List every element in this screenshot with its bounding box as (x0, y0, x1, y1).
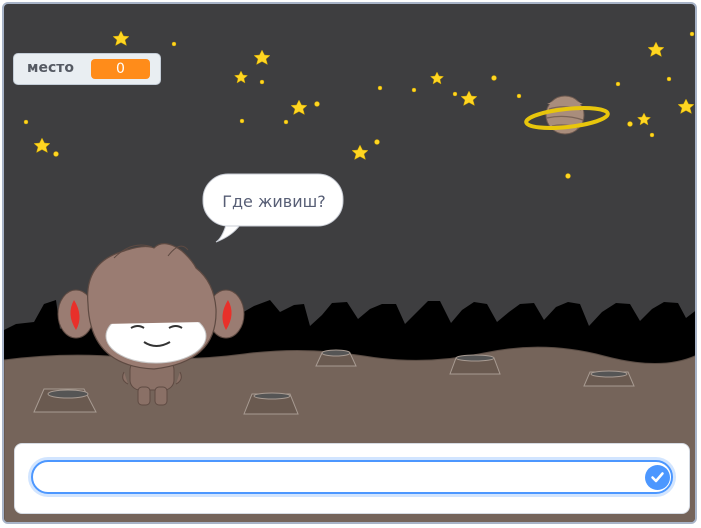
star (636, 112, 652, 126)
star (429, 71, 445, 85)
checkmark-icon (651, 472, 664, 483)
variable-monitor[interactable]: место 0 (13, 53, 161, 85)
star (233, 70, 249, 84)
variable-value: 0 (91, 59, 150, 79)
star (677, 98, 695, 115)
planet (524, 95, 610, 135)
stage: место 0 Где живиш? (2, 2, 697, 524)
star (290, 99, 308, 116)
variable-name: место (27, 60, 74, 76)
star (460, 90, 478, 107)
speech-bubble-text: Где живиш? (222, 191, 326, 211)
answer-input[interactable] (31, 460, 673, 494)
check-circle-icon[interactable] (645, 465, 670, 490)
star (647, 41, 665, 58)
star (112, 30, 130, 47)
star (253, 49, 271, 66)
star (33, 137, 51, 154)
star (351, 144, 369, 161)
ask-prompt-panel (14, 443, 690, 514)
